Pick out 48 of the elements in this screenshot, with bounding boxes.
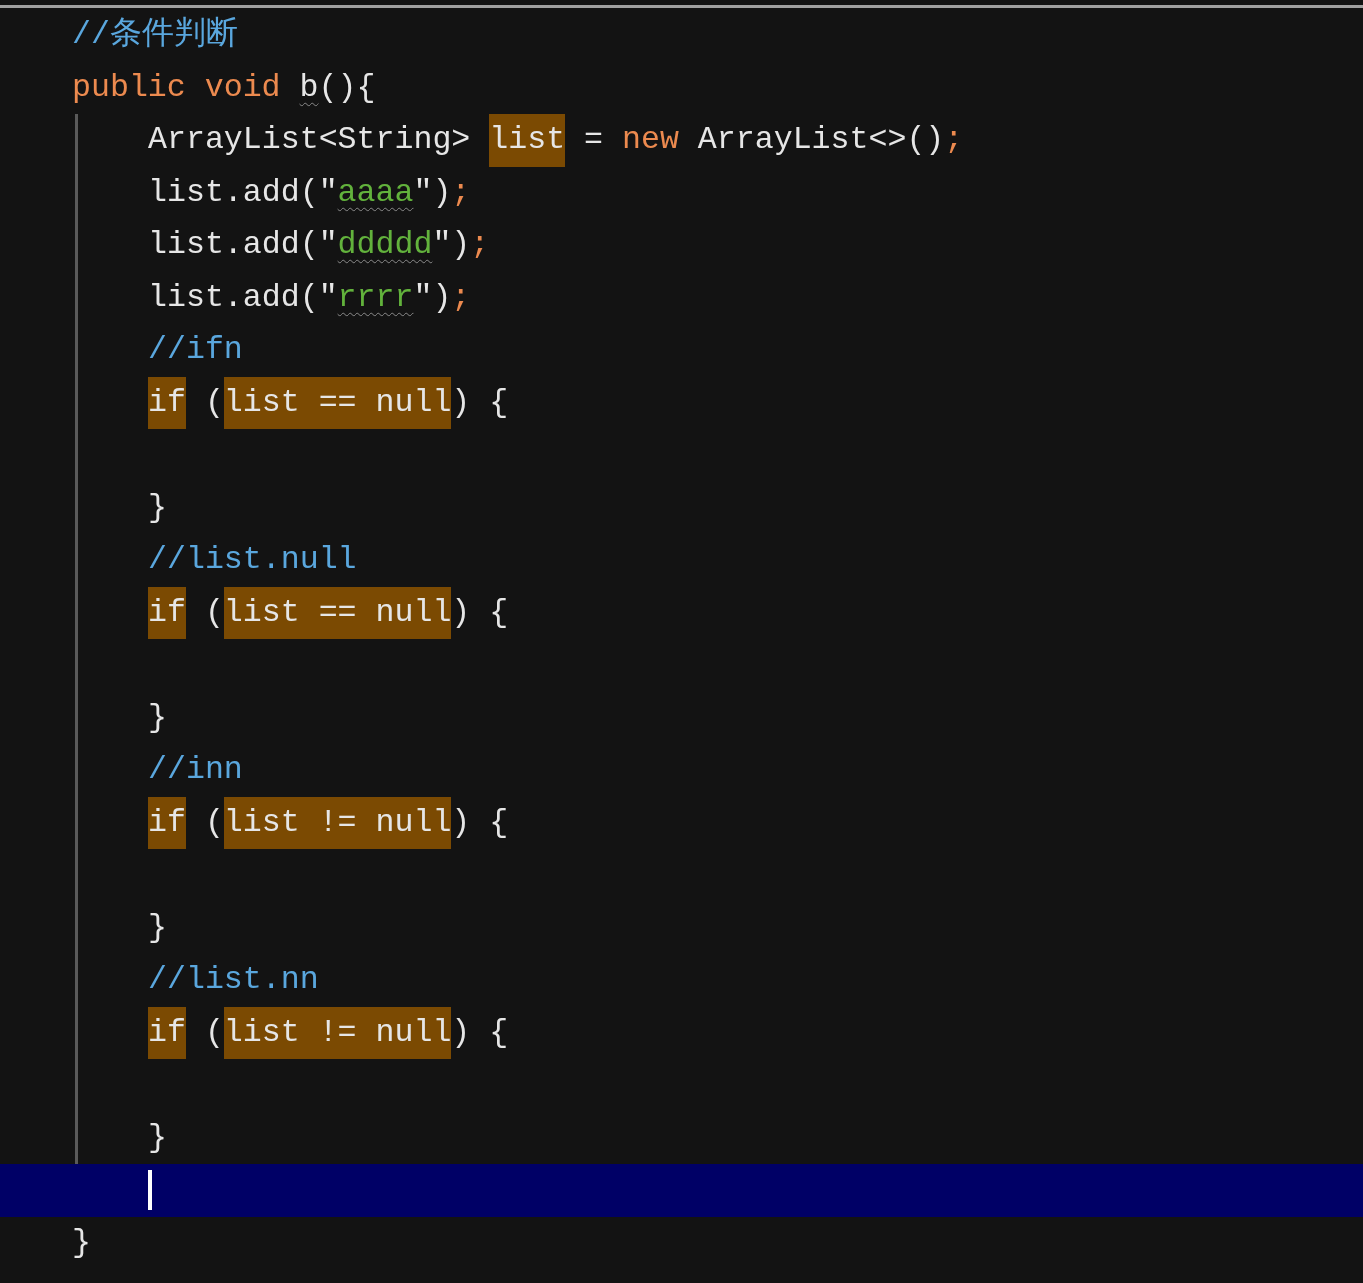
code-token: ;	[944, 121, 964, 159]
code-token: list == null	[223, 586, 452, 639]
code-token: list != null	[223, 796, 452, 849]
code-token: ) {	[451, 1013, 509, 1052]
code-token: ")	[413, 278, 452, 317]
code-token: public void	[72, 68, 282, 107]
code-token: (	[203, 803, 224, 842]
code-token: =	[583, 121, 605, 159]
code-token: }	[148, 488, 167, 527]
code-comment: //inn	[148, 751, 243, 789]
code-token: ddddd	[337, 226, 433, 264]
code-token: ;	[451, 278, 471, 317]
code-token: }	[148, 698, 167, 737]
code-token: list.add("	[148, 278, 338, 317]
code-token: ;	[470, 226, 490, 264]
code-token: ) {	[451, 803, 509, 842]
code-token: ) {	[451, 593, 509, 632]
code-token: b	[299, 68, 319, 107]
code-token: }	[72, 1223, 91, 1262]
code-token: ArrayList<String>	[148, 121, 472, 159]
code-token: (	[203, 383, 224, 422]
code-token: list == null	[223, 376, 452, 429]
code-token: ")	[432, 226, 471, 264]
code-token: new	[622, 121, 680, 159]
code-comment: //条件判断	[72, 15, 238, 54]
code-token: list.add("	[148, 173, 338, 212]
code-comment: //list.null	[148, 541, 357, 579]
code-token: ) {	[451, 383, 509, 422]
text-cursor	[148, 1170, 152, 1211]
code-token: (){	[318, 68, 376, 107]
code-token: aaaa	[337, 173, 414, 212]
code-token: if	[148, 376, 186, 429]
code-token: if	[148, 796, 186, 849]
code-token: list.add("	[148, 226, 338, 264]
code-token: (	[203, 1013, 224, 1052]
code-token: list	[489, 114, 566, 167]
code-comment: //list.nn	[148, 961, 319, 999]
code-token: ;	[451, 173, 471, 212]
code-token: rrrr	[337, 278, 414, 317]
code-token: ")	[413, 173, 452, 212]
code-token: list != null	[223, 1006, 452, 1059]
code-token: }	[148, 1118, 167, 1157]
code-token: if	[148, 1006, 186, 1059]
code-token: (	[203, 593, 224, 632]
code-token: ArrayList<>()	[697, 121, 945, 159]
code-comment: //ifn	[148, 331, 243, 369]
code-token: if	[148, 586, 186, 639]
code-token: }	[148, 908, 167, 947]
